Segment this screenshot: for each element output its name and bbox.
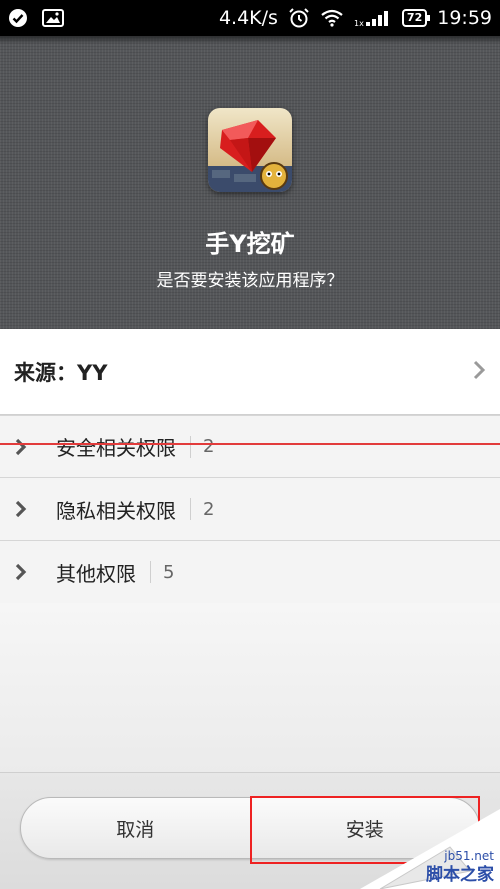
button-group: 取消 安装 xyxy=(20,797,480,859)
permission-title: 其他权限 xyxy=(56,561,136,586)
divider xyxy=(190,435,191,458)
clock: 19:59 xyxy=(437,7,492,29)
permission-title: 隐私相关权限 xyxy=(56,498,176,523)
battery-level: 72 xyxy=(406,11,423,24)
source-row[interactable]: 来源：YY xyxy=(0,329,500,415)
status-bar: 4.4K/s 1x 72 19:59 xyxy=(0,0,500,36)
image-icon xyxy=(42,9,64,27)
source-label: 来源：YY xyxy=(14,360,108,385)
app-name: 手Y挖矿 xyxy=(205,230,295,258)
svg-text:1x: 1x xyxy=(354,19,364,28)
divider xyxy=(150,561,151,583)
divider xyxy=(190,498,191,520)
chevron-right-icon xyxy=(14,499,36,519)
battery-icon: 72 xyxy=(401,9,431,27)
install-button[interactable]: 安装 xyxy=(249,798,480,858)
empty-area xyxy=(0,603,500,773)
permission-count: 5 xyxy=(163,561,175,583)
chevron-right-icon xyxy=(14,562,36,582)
permission-title: 安全相关权限 xyxy=(56,436,176,460)
permission-count: 2 xyxy=(203,498,215,520)
annotation-line xyxy=(0,443,500,445)
app-icon xyxy=(208,108,292,192)
permission-row-other[interactable]: 其他权限 5 xyxy=(0,541,500,604)
chevron-right-icon xyxy=(472,359,486,385)
signal-icon: 1x xyxy=(354,8,392,28)
wifi-icon xyxy=(320,9,344,27)
network-speed: 4.4K/s xyxy=(218,7,278,29)
install-header: 手Y挖矿 是否要安装该应用程序？ xyxy=(0,36,500,329)
permission-row-privacy[interactable]: 隐私相关权限 2 xyxy=(0,478,500,541)
install-question: 是否要安装该应用程序？ xyxy=(156,271,344,291)
alarm-icon xyxy=(288,7,310,29)
cancel-button[interactable]: 取消 xyxy=(21,798,250,858)
permission-count: 2 xyxy=(203,436,215,457)
check-circle-icon xyxy=(8,8,28,28)
chevron-right-icon xyxy=(14,437,36,457)
permission-row-security[interactable]: 安全相关权限 2 xyxy=(0,415,500,478)
button-bar: 取消 安装 xyxy=(0,772,500,889)
